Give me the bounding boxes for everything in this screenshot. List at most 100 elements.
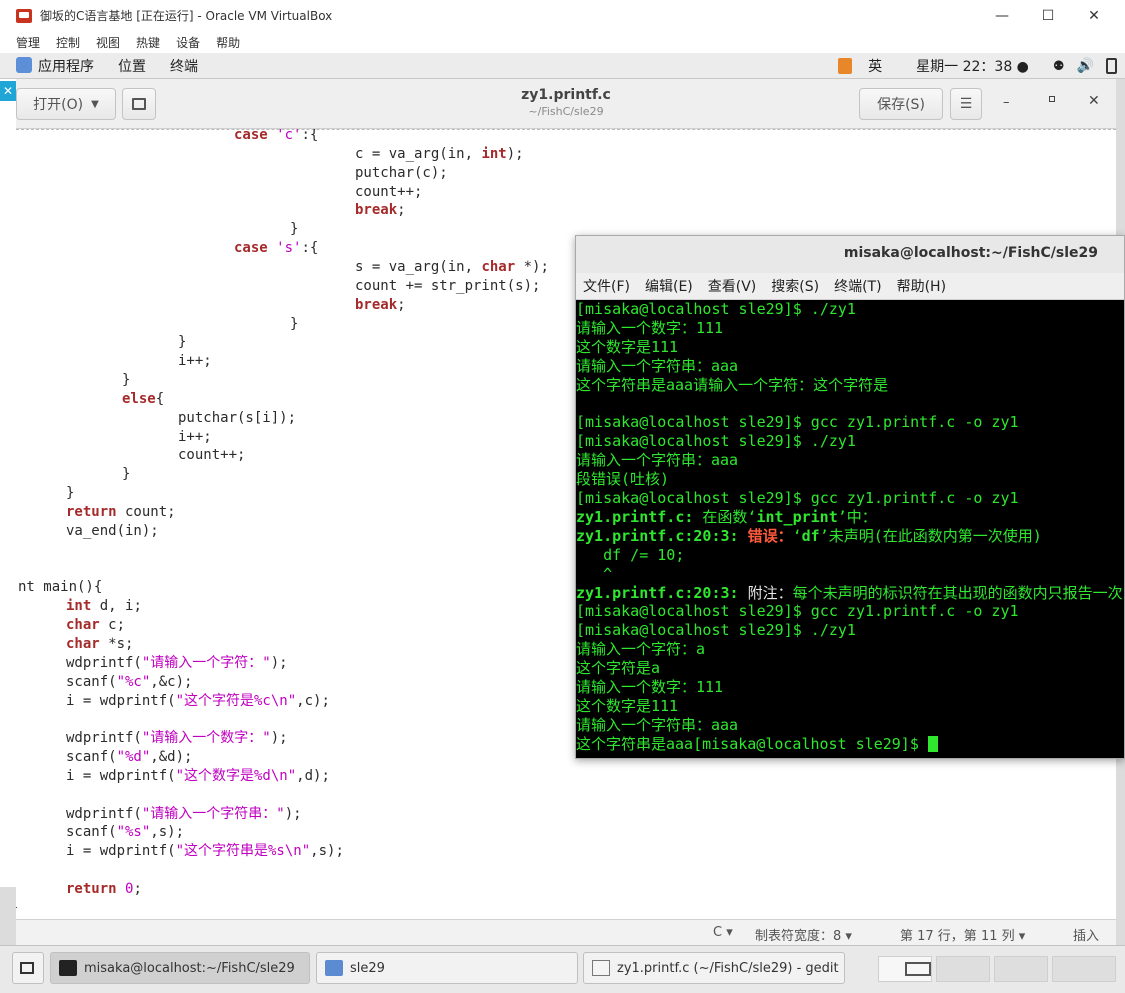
- code-line: break;: [355, 202, 406, 219]
- applications-menu[interactable]: 应用程序: [16, 56, 94, 76]
- insert-mode: 插入: [1073, 929, 1100, 944]
- terminal-line: 请输入一个数字：111: [576, 678, 724, 696]
- terminal-line: 这个字符是a: [576, 659, 661, 678]
- terminal-line: ^: [576, 564, 613, 583]
- terminal-line: 请输入一个数字：111: [576, 318, 724, 337]
- close-button[interactable]: ✕: [1071, 0, 1117, 31]
- cursor-position[interactable]: 第 17 行，第 11 列 ▾: [900, 925, 1025, 944]
- virtualbox-icon: [16, 8, 32, 23]
- terminal-menu-file[interactable]: 文件(F): [583, 276, 630, 296]
- terminal-line: [misaka@localhost sle29]$ ./zy1: [576, 432, 856, 451]
- save-button[interactable]: 保存(S): [859, 88, 943, 120]
- code-line: char *s;: [66, 635, 134, 652]
- terminal-menu-help[interactable]: 帮助(H): [897, 276, 946, 296]
- vbox-title: 御坂的C语言基地 [正在运行] - Oracle VM VirtualBox: [40, 9, 333, 23]
- code-line: s = va_arg(in, char *);: [355, 258, 549, 275]
- code-line: va_end(in);: [66, 522, 159, 539]
- code-line: }: [16, 899, 18, 917]
- places-menu[interactable]: 位置: [118, 56, 146, 76]
- gedit-close-button[interactable]: ✕: [1088, 93, 1100, 109]
- terminal-line: zy1.printf.c:20:3: 附注：每个未声明的标识符在其出现的函数内只…: [576, 583, 1123, 602]
- clock[interactable]: 星期一 22：38 ●: [916, 56, 1029, 76]
- terminal-cursor: [927, 735, 938, 752]
- code-line: else{: [122, 390, 165, 407]
- alert-icon[interactable]: [838, 58, 853, 74]
- workspace-3[interactable]: [994, 956, 1048, 982]
- code-line: count++;: [355, 183, 423, 200]
- code-line: putchar(s[i]);: [178, 409, 297, 426]
- vbox-menubar: 管理 控制 视图 热键 设备 帮助: [0, 31, 1125, 53]
- maximize-button[interactable]: ☐: [1025, 0, 1071, 31]
- code-line: case 'c':{: [234, 129, 319, 143]
- code-line: case 's':{: [234, 240, 319, 257]
- code-line: break;: [355, 296, 406, 313]
- code-line: }: [66, 485, 75, 502]
- terminal-line: 这个数字是111: [576, 696, 679, 715]
- power-icon[interactable]: [1106, 58, 1117, 74]
- language-selector[interactable]: C ▾: [713, 925, 733, 940]
- workspace-window-icon: [905, 962, 931, 976]
- terminal-menubar: 文件(F) 编辑(E) 查看(V) 搜索(S) 终端(T) 帮助(H): [576, 273, 1124, 300]
- code-line: count += str_print(s);: [355, 277, 541, 294]
- input-method-indicator[interactable]: 英: [868, 56, 882, 76]
- minimize-button[interactable]: —: [979, 0, 1025, 31]
- menu-devices[interactable]: 设备: [176, 34, 200, 51]
- menu-manage[interactable]: 管理: [16, 34, 40, 51]
- code-line: }: [178, 334, 187, 351]
- terminal-menu-edit[interactable]: 编辑(E): [645, 276, 693, 296]
- hamburger-menu-button[interactable]: ☰: [950, 88, 982, 120]
- code-line: i = wdprintf("这个字符是%c\n",c);: [66, 692, 330, 709]
- volume-icon[interactable]: 🔊: [1077, 58, 1094, 74]
- editor-ruler: [16, 129, 1116, 130]
- network-icon[interactable]: ⚉: [1053, 59, 1065, 74]
- code-line: return count;: [66, 504, 176, 520]
- taskbar-item-gedit[interactable]: zy1.printf.c (~/FishC/sle29) - gedit: [583, 952, 845, 984]
- code-line: }: [290, 315, 299, 332]
- show-desktop-icon: [20, 962, 34, 974]
- terminal-line: 这个字符串是aaa请输入一个字符：这个字符是: [576, 375, 889, 394]
- gnome-topbar: 应用程序 位置 终端 英 星期一 22：38 ● ⚉ 🔊: [0, 53, 1125, 79]
- terminal-line: 请输入一个字符串：aaa: [576, 356, 739, 375]
- code-line: }: [290, 221, 299, 238]
- terminal-menu-search[interactable]: 搜索(S): [771, 276, 819, 296]
- code-line: putchar(c);: [355, 164, 448, 181]
- code-line: }: [122, 466, 131, 483]
- close-icon[interactable]: ✕: [0, 81, 16, 101]
- code-line: return 0;: [66, 881, 142, 897]
- text-editor-icon: [592, 960, 610, 976]
- taskbar-item-terminal[interactable]: misaka@localhost:~/FishC/sle29: [50, 952, 310, 984]
- menu-view[interactable]: 视图: [96, 34, 120, 51]
- menu-help[interactable]: 帮助: [216, 34, 240, 51]
- terminal-titlebar[interactable]: misaka@localhost:~/FishC/sle29: [576, 236, 1124, 273]
- terminal-output[interactable]: [misaka@localhost sle29]$ ./zy1 请输入一个数字：1…: [576, 300, 1124, 758]
- terminal-line: [misaka@localhost sle29]$ ./zy1: [576, 621, 856, 640]
- code-line: int d, i;: [66, 598, 142, 615]
- vbox-titlebar: 御坂的C语言基地 [正在运行] - Oracle VM VirtualBox —…: [0, 0, 1125, 31]
- menu-control[interactable]: 控制: [56, 34, 80, 51]
- terminal-menu-terminal[interactable]: 终端(T): [834, 276, 881, 296]
- code-line: wdprintf("请输入一个字符：");: [66, 654, 288, 671]
- terminal-line: 段错误(吐核): [576, 470, 670, 489]
- terminal-line: [misaka@localhost sle29]$ gcc zy1.printf…: [576, 602, 1019, 621]
- workspace-4[interactable]: [1052, 956, 1116, 982]
- gedit-minimize-button[interactable]: –: [1003, 95, 1017, 110]
- code-line: wdprintf("请输入一个数字：");: [66, 730, 288, 747]
- gedit-maximize-button[interactable]: [1049, 96, 1055, 102]
- workspace-1[interactable]: [878, 956, 932, 982]
- terminal-menu[interactable]: 终端: [170, 56, 198, 76]
- taskbar-item-files[interactable]: sle29: [316, 952, 578, 984]
- code-line: i = wdprintf("这个数字是%d\n",d);: [66, 767, 330, 784]
- code-line: scanf("%d",&d);: [66, 749, 193, 766]
- folder-icon: [325, 960, 343, 976]
- show-desktop-button[interactable]: [12, 952, 44, 984]
- code-line: scanf("%c",&c);: [66, 673, 193, 690]
- code-line: char c;: [66, 617, 126, 634]
- terminal-icon: [59, 960, 77, 976]
- menu-hotkey[interactable]: 热键: [136, 34, 160, 51]
- workspace-2[interactable]: [936, 956, 990, 982]
- code-line: i = wdprintf("这个字符串是%s\n",s);: [66, 843, 344, 860]
- code-line: count++;: [178, 447, 246, 464]
- tab-width-selector[interactable]: 制表符宽度：8 ▾: [755, 925, 852, 944]
- terminal-line: [misaka@localhost sle29]$ gcc zy1.printf…: [576, 413, 1019, 432]
- terminal-menu-view[interactable]: 查看(V): [708, 276, 757, 296]
